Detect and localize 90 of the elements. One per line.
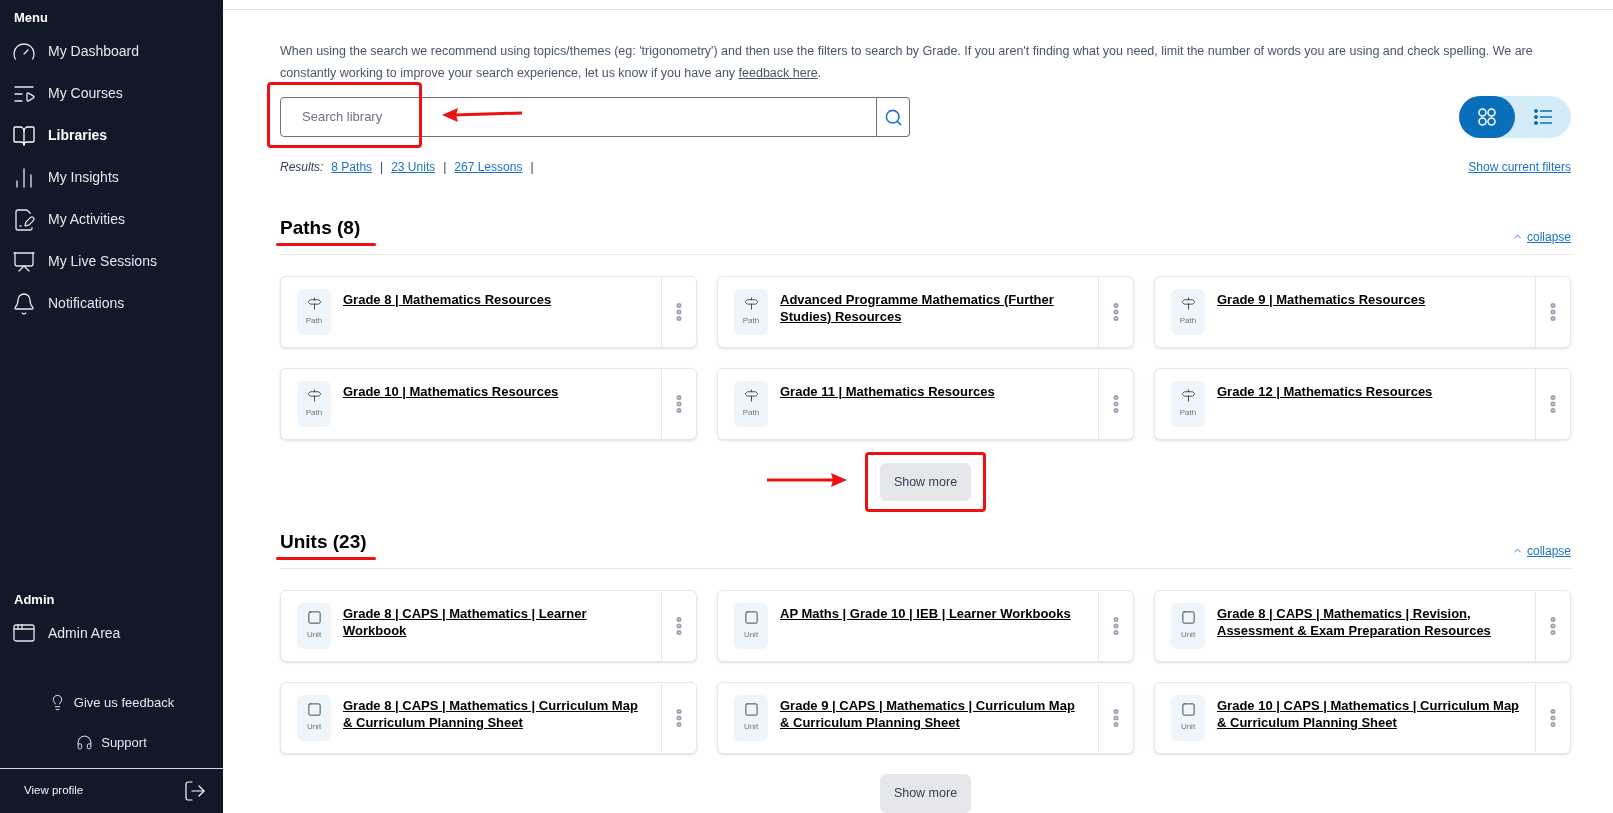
resource-card[interactable]: Path Advanced Programme Mathematics (Further Studies) Resources [717, 275, 1134, 348]
search-button[interactable] [877, 97, 910, 137]
card-title-link[interactable]: Grade 8 | CAPS | Mathematics | Revision, Assessment & Exam Preparation Resources [1217, 602, 1523, 649]
resource-card[interactable]: Unit Grade 8 | CAPS | Mathematics | Revision, Assessment & Exam Preparation Resources [1154, 589, 1571, 662]
section-heading: Paths (8) [280, 216, 362, 240]
signpost-icon [306, 388, 322, 403]
card-title-link[interactable]: Grade 9 | Mathematics Resources [1217, 288, 1426, 335]
type-badge: Unit [734, 602, 768, 649]
type-badge: Unit [1171, 694, 1205, 741]
sidebar-item[interactable]: Notifications [0, 283, 223, 324]
window-icon [12, 621, 36, 645]
sidebar-item[interactable]: Libraries [0, 115, 223, 156]
headset-icon [76, 733, 94, 751]
search-tip-text: When using the search we recommend using topics/themes (eg: 'trigonometry') and then use the filters to search by Grade. If you aren't finding what you need, limit the number of words you are using and check spelling. We are constantly working to improve your search experience, let us know if you have any feedback here. [280, 43, 1534, 82]
signpost-icon [306, 296, 322, 311]
signpost-icon [1180, 388, 1196, 403]
resource-card[interactable]: Path Grade 12 | Mathematics Resources [1154, 367, 1571, 440]
grid-icon [1477, 107, 1497, 127]
sidebar-item[interactable]: Admin Area [0, 613, 223, 653]
view-profile-link[interactable]: View profile [24, 782, 84, 800]
separator-text: | [443, 159, 447, 176]
results-link[interactable]: 8 Paths [331, 158, 373, 176]
sidebar-heading: Admin [14, 590, 56, 609]
card-title-link[interactable]: Grade 11 | Mathematics Resources [780, 380, 995, 427]
show-filters-link[interactable]: Show current filters [1468, 158, 1571, 176]
show-more-button[interactable]: Show more [879, 462, 972, 502]
type-badge: Unit [734, 694, 768, 741]
results-label: Results: [280, 159, 324, 176]
type-badge: Path [734, 288, 768, 335]
resource-card[interactable]: Unit Grade 8 | CAPS | Mathematics | Learner Workbook [280, 589, 697, 662]
resource-card[interactable]: Unit Grade 10 | CAPS | Mathematics | Curriculum Map & Curriculum Planning Sheet [1154, 681, 1571, 754]
sidebar-item[interactable]: My Insights [0, 157, 223, 198]
square-icon [743, 702, 759, 718]
bell-icon [12, 291, 36, 316]
resource-card[interactable]: Path Grade 10 | Mathematics Resources [280, 367, 697, 440]
card-title-link[interactable]: Grade 10 | CAPS | Mathematics | Curriculum Map & Curriculum Planning Sheet [1217, 694, 1523, 741]
card-title-link[interactable]: Grade 8 | CAPS | Mathematics | Learner Workbook [343, 602, 649, 649]
type-badge: Path [297, 380, 331, 427]
signpost-icon [743, 388, 759, 403]
card-title-link[interactable]: Grade 12 | Mathematics Resources [1217, 380, 1433, 427]
square-icon [1180, 702, 1196, 718]
search-icon [883, 107, 903, 127]
results-link[interactable]: 267 Lessons [454, 158, 523, 176]
sidebar-item[interactable]: My Dashboard [0, 31, 223, 72]
presentation-board-icon [12, 249, 36, 274]
resource-card[interactable]: Unit Grade 9 | CAPS | Mathematics | Curriculum Map & Curriculum Planning Sheet [717, 681, 1134, 754]
resource-card[interactable]: Unit Grade 8 | CAPS | Mathematics | Curriculum Map & Curriculum Planning Sheet [280, 681, 697, 754]
resource-card[interactable]: Unit AP Maths | Grade 10 | IEB | Learner Workbooks [717, 589, 1134, 662]
show-more-button[interactable]: Show more [879, 773, 972, 813]
type-badge: Path [297, 288, 331, 335]
card-title-link[interactable]: Grade 10 | Mathematics Resources [343, 380, 559, 427]
feedback-link[interactable]: feedback here [738, 66, 818, 80]
square-icon [1180, 610, 1196, 626]
view-toggle-option[interactable] [1459, 96, 1515, 138]
signpost-icon [1180, 296, 1196, 311]
card-title-link[interactable]: Grade 9 | CAPS | Mathematics | Curriculum Map & Curriculum Planning Sheet [780, 694, 1086, 741]
support-link[interactable]: Support [76, 732, 147, 752]
type-badge: Path [734, 380, 768, 427]
sidebar-item[interactable]: My Activities [0, 199, 223, 240]
section-heading: Units (23) [280, 530, 368, 555]
resource-card[interactable]: Path Grade 8 | Mathematics Resources [280, 275, 697, 348]
list-icon [1534, 109, 1552, 125]
card-title-link[interactable]: AP Maths | Grade 10 | IEB | Learner Workbooks [780, 602, 1071, 649]
signpost-icon [743, 296, 759, 311]
type-badge: Unit [297, 694, 331, 741]
sidebar-item[interactable]: My Courses [0, 73, 223, 114]
type-badge: Unit [1171, 602, 1205, 649]
square-icon [306, 702, 322, 718]
type-badge: Unit [297, 602, 331, 649]
results-link[interactable]: 23 Units [391, 158, 436, 176]
resource-card[interactable]: Path Grade 11 | Mathematics Resources [717, 367, 1134, 440]
collapse-link[interactable]: collapse [1511, 541, 1571, 560]
exit-door-icon[interactable] [183, 779, 207, 803]
card-title-link[interactable]: Grade 8 | CAPS | Mathematics | Curriculum Map & Curriculum Planning Sheet [343, 694, 649, 741]
square-icon [743, 610, 759, 626]
sidebar-heading: Menu [14, 9, 49, 27]
feedback-link[interactable]: Give us feedback [48, 693, 175, 713]
separator-text: | [380, 159, 384, 176]
type-badge: Path [1171, 288, 1205, 335]
book-icon [12, 123, 36, 148]
search-field[interactable]: Search library [280, 97, 877, 137]
collapse-link[interactable]: collapse [1511, 227, 1571, 246]
card-title-link[interactable]: Grade 8 | Mathematics Resources [343, 288, 552, 335]
separator-text: | [530, 159, 534, 176]
type-badge: Path [1171, 380, 1205, 427]
sidebar-item[interactable]: My Live Sessions [0, 241, 223, 282]
card-title-link[interactable]: Advanced Programme Mathematics (Further Studies) Resources [780, 288, 1086, 335]
resource-card[interactable]: Path Grade 9 | Mathematics Resources [1154, 275, 1571, 348]
square-icon [306, 610, 322, 626]
document-pen-icon [12, 207, 36, 232]
